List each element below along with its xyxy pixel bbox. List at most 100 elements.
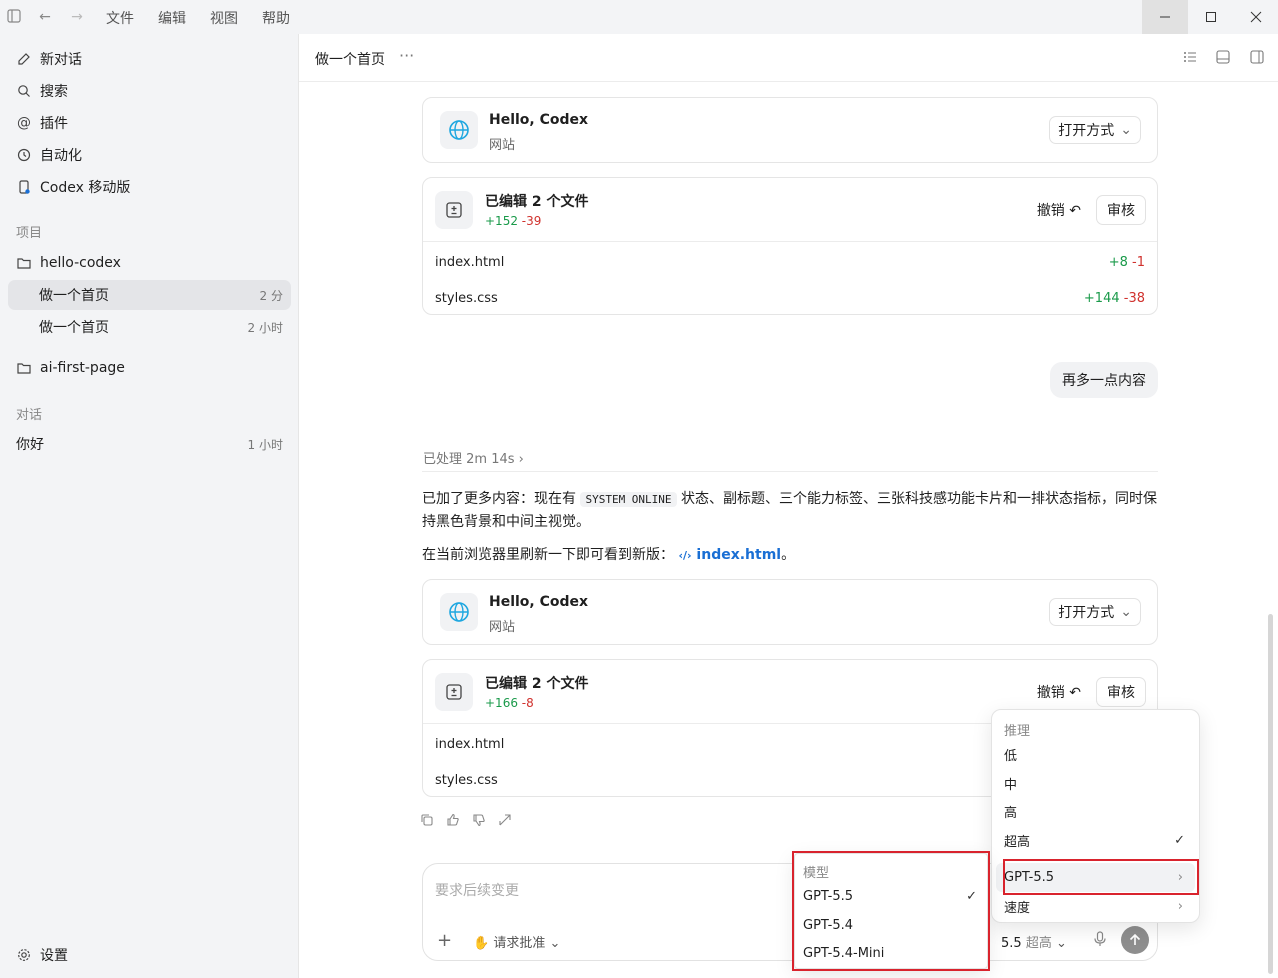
file-row[interactable]: styles.css +144 -38 <box>435 280 1145 316</box>
option-label: 高 <box>1004 806 1018 821</box>
open-with-button[interactable]: 打开方式 ⌄ <box>1049 598 1141 626</box>
file-lines-removed: -1 <box>1132 254 1145 270</box>
menu-edit[interactable]: 编辑 <box>158 8 186 28</box>
sidebar-item-plugins[interactable]: @ 插件 <box>8 108 291 138</box>
globe-icon <box>440 111 478 149</box>
website-card: Hello, Codex 网站 打开方式 ⌄ <box>422 579 1158 645</box>
minimize-button[interactable] <box>1142 0 1188 34</box>
undo-button[interactable]: 撤销 ↶ <box>1037 682 1081 702</box>
menu-view[interactable]: 视图 <box>210 8 238 28</box>
sidebar-item-automation[interactable]: 自动化 <box>8 140 291 170</box>
mobile-icon <box>16 179 32 195</box>
sidebar-item-mobile[interactable]: Codex 移动版 <box>8 172 291 202</box>
gear-icon <box>16 947 32 963</box>
reply-text: 在当前浏览器里刷新一下即可看到新版： <box>422 547 674 563</box>
edited-files-card: 已编辑 2 个文件 +152 -39 撤销 ↶ 审核 index.html +8… <box>422 177 1158 315</box>
lines-added: +166 <box>485 696 518 710</box>
clock-icon <box>16 147 32 163</box>
chevron-down-icon: ⌄ <box>1055 936 1067 951</box>
thumbs-up-icon[interactable] <box>446 813 460 831</box>
settings-button[interactable]: 设置 <box>8 940 291 970</box>
send-button[interactable] <box>1121 926 1149 954</box>
copy-icon[interactable] <box>420 813 434 831</box>
close-button[interactable] <box>1233 0 1278 34</box>
chat-item[interactable]: 你好 1 小时 <box>8 429 291 459</box>
projects-heading: 项目 <box>16 226 43 241</box>
sidebar-item-label: 自动化 <box>40 148 82 164</box>
search-icon <box>16 83 32 99</box>
undo-icon: ↶ <box>1069 203 1081 219</box>
review-button[interactable]: 审核 <box>1096 677 1146 707</box>
sidebar-item-label: 搜索 <box>40 84 68 100</box>
maximize-button[interactable] <box>1188 0 1234 34</box>
undo-icon: ↶ <box>1069 685 1081 701</box>
effort-option-medium[interactable]: 中 <box>996 769 1195 798</box>
effort-label: 超高 <box>1025 936 1052 951</box>
model-selector[interactable]: 5.5 超高 ⌄ <box>1001 932 1067 951</box>
code-icon: ‹/› <box>678 549 692 562</box>
chat-time: 1 小时 <box>247 437 283 452</box>
website-card: Hello, Codex 网站 打开方式 ⌄ <box>422 97 1158 163</box>
share-icon[interactable] <box>498 813 512 831</box>
sidebar-item-label: 插件 <box>40 116 68 132</box>
chevron-right-icon: › <box>518 452 524 467</box>
composer-input[interactable]: 要求后续变更 <box>435 880 519 900</box>
approval-dropdown[interactable]: ✋ 请求批准 ⌄ <box>473 932 560 951</box>
message-actions <box>420 813 512 831</box>
user-message: 再多一点内容 <box>1050 362 1158 398</box>
menu-file[interactable]: 文件 <box>106 8 134 28</box>
effort-option-xhigh[interactable]: 超高 ✓ <box>996 826 1195 855</box>
effort-option-high[interactable]: 高 <box>996 797 1195 826</box>
speed-submenu-item[interactable]: 速度 › <box>996 892 1195 921</box>
undo-button[interactable]: 撤销 ↶ <box>1037 200 1081 220</box>
undo-label: 撤销 <box>1036 203 1065 219</box>
website-subtitle: 网站 <box>489 620 516 635</box>
project-ai-first-page[interactable]: ai-first-page <box>8 353 291 383</box>
thumbs-down-icon[interactable] <box>472 813 486 831</box>
option-label: 超高 <box>1004 835 1031 850</box>
option-label: 中 <box>1004 778 1018 793</box>
chevron-right-icon: › <box>1177 899 1183 914</box>
file-name: index.html <box>435 736 505 752</box>
sidebar-toggle-icon[interactable] <box>6 9 22 25</box>
review-button[interactable]: 审核 <box>1096 195 1146 225</box>
folder-icon <box>16 360 32 376</box>
file-lines-added: +144 <box>1083 290 1120 306</box>
reply-text: 已加了更多内容：现在有 <box>422 491 576 507</box>
approval-label: 请求批准 <box>493 936 546 951</box>
panel-bottom-icon[interactable] <box>1216 50 1232 66</box>
website-title: Hello, Codex <box>489 594 589 610</box>
folder-icon <box>16 255 32 271</box>
option-label: 低 <box>1004 749 1018 764</box>
more-icon[interactable]: ··· <box>399 46 414 65</box>
file-row[interactable]: index.html +8 -1 <box>435 244 1145 280</box>
thread-time: 2 小时 <box>247 320 283 335</box>
checkmark-icon: ✓ <box>1174 833 1185 848</box>
sidebar-item-new-chat[interactable]: 新对话 <box>8 44 291 74</box>
thread-item[interactable]: 做一个首页 2 小时 <box>8 312 291 342</box>
file-link-label: index.html <box>696 547 782 563</box>
effort-option-low[interactable]: 低 <box>996 740 1195 769</box>
project-name: hello-codex <box>40 255 121 271</box>
chevron-down-icon: ⌄ <box>1120 604 1132 620</box>
highlight-box <box>792 851 990 971</box>
option-label: 速度 <box>1004 901 1031 916</box>
edited-files-title: 已编辑 2 个文件 <box>485 194 589 210</box>
back-arrow-icon[interactable]: ← <box>37 9 53 25</box>
list-icon[interactable] <box>1183 50 1199 66</box>
menu-help[interactable]: 帮助 <box>262 8 290 28</box>
sidebar-item-search[interactable]: 搜索 <box>8 76 291 106</box>
main-header: 做一个首页 ··· <box>299 34 1278 82</box>
sidebar: 新对话 搜索 @ 插件 自动化 Codex 移动版 项目 hello-codex… <box>0 34 298 978</box>
thread-item[interactable]: 做一个首页 2 分 <box>8 280 291 310</box>
open-with-button[interactable]: 打开方式 ⌄ <box>1049 116 1141 144</box>
processed-toggle[interactable]: 已处理 2m 14s › <box>423 448 524 467</box>
file-link[interactable]: ‹/› index.html <box>678 547 781 563</box>
project-hello-codex[interactable]: hello-codex <box>8 248 291 278</box>
panel-right-icon[interactable] <box>1250 50 1266 66</box>
microphone-icon[interactable] <box>1093 931 1107 951</box>
scrollbar[interactable] <box>1268 614 1273 974</box>
thread-time: 2 分 <box>259 288 283 303</box>
forward-arrow-icon[interactable]: → <box>69 9 85 25</box>
add-icon[interactable]: + <box>437 930 452 951</box>
